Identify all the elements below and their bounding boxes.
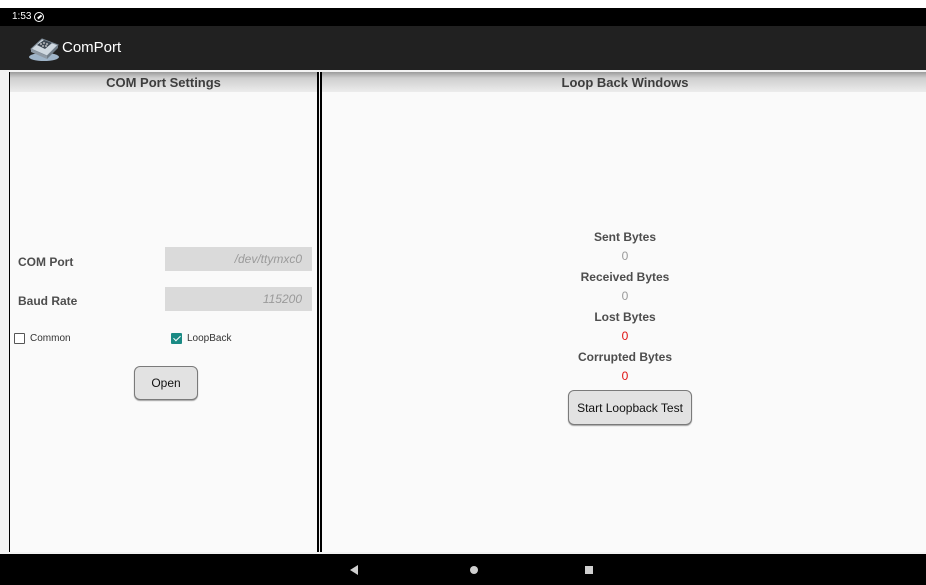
baud-rate-field[interactable]: 115200 bbox=[165, 287, 312, 311]
loopback-checkbox[interactable]: LoopBack bbox=[171, 333, 231, 344]
open-button[interactable]: Open bbox=[134, 366, 198, 400]
received-bytes-label: Received Bytes bbox=[580, 270, 670, 284]
start-loopback-test-button[interactable]: Start Loopback Test bbox=[568, 390, 692, 425]
sync-icon bbox=[34, 12, 44, 22]
recents-icon[interactable] bbox=[585, 566, 593, 574]
common-checkbox-box[interactable] bbox=[14, 333, 25, 344]
serial-port-logo-icon bbox=[29, 38, 59, 61]
app-bar: ComPort bbox=[0, 26, 926, 70]
common-checkbox[interactable]: Common bbox=[14, 333, 71, 344]
corrupted-bytes-label: Corrupted Bytes bbox=[577, 350, 672, 364]
app-title: ComPort bbox=[62, 39, 122, 56]
common-checkbox-label: Common bbox=[30, 333, 71, 344]
settings-panel-header: COM Port Settings bbox=[10, 72, 317, 92]
sent-bytes-value: 0 bbox=[621, 249, 629, 263]
navigation-bar bbox=[0, 554, 926, 585]
loopback-checkbox-label: LoopBack bbox=[187, 333, 232, 344]
sent-bytes-label: Sent Bytes bbox=[593, 230, 657, 244]
com-port-label: COM Port bbox=[18, 255, 74, 269]
received-bytes-value: 0 bbox=[621, 289, 629, 303]
com-port-field[interactable]: /dev/ttymxc0 bbox=[165, 247, 312, 271]
status-bar: 1:53 bbox=[0, 8, 926, 26]
lost-bytes-label: Lost Bytes bbox=[594, 310, 656, 324]
lost-bytes-value: 0 bbox=[621, 329, 629, 343]
back-icon[interactable] bbox=[350, 565, 358, 575]
main-content: COM Port Settings COM Port /dev/ttymxc0 … bbox=[0, 70, 926, 554]
loopback-checkbox-box[interactable] bbox=[171, 333, 182, 344]
baud-rate-label: Baud Rate bbox=[18, 294, 78, 308]
loop-back-windows-panel: Loop Back Windows Sent Bytes 0 Received … bbox=[320, 72, 926, 552]
home-icon[interactable] bbox=[470, 566, 478, 574]
loopback-panel-header: Loop Back Windows bbox=[322, 72, 926, 92]
status-time: 1:53 bbox=[12, 11, 32, 22]
corrupted-bytes-value: 0 bbox=[621, 369, 629, 383]
overlay-text-strip bbox=[0, 0, 926, 8]
com-port-settings-panel: COM Port Settings COM Port /dev/ttymxc0 … bbox=[9, 72, 319, 552]
